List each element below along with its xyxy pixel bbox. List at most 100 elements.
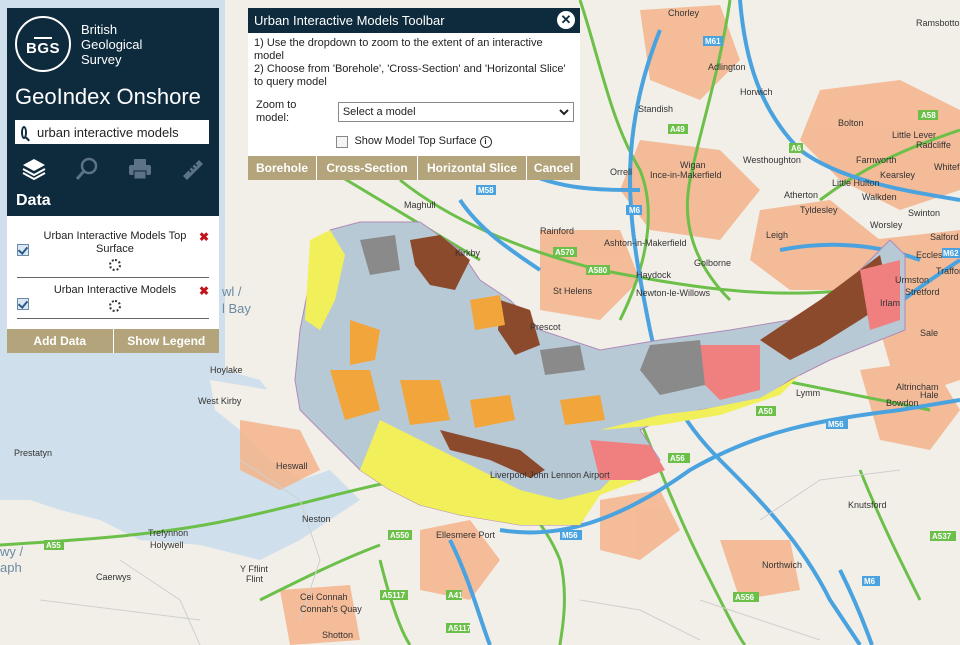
- svg-text:A550: A550: [390, 531, 410, 540]
- svg-text:A580: A580: [588, 266, 608, 275]
- chevron-down-icon: [559, 108, 569, 115]
- layer-label: Urban Interactive Models Top Surface: [43, 230, 187, 255]
- svg-text:St Helens: St Helens: [553, 286, 593, 296]
- show-surface-label: Show Model Top Surface: [354, 135, 477, 147]
- svg-text:A49: A49: [670, 125, 685, 134]
- svg-text:Prescot: Prescot: [530, 322, 561, 332]
- instruction-text: 2) Choose from 'Borehole', 'Cross-Sectio…: [254, 63, 566, 88]
- org-name-line: Geological: [81, 37, 143, 52]
- search-tool-icon[interactable]: [72, 155, 102, 183]
- svg-text:Sale: Sale: [920, 328, 938, 338]
- add-data-button[interactable]: Add Data: [7, 329, 113, 353]
- model-select-value: Select a model: [342, 105, 416, 118]
- svg-text:A6: A6: [791, 144, 802, 153]
- search-icon[interactable]: [21, 125, 27, 139]
- svg-text:Radcliffe: Radcliffe: [916, 140, 951, 150]
- layer-label-wrap: Urban Interactive Models Top Surface: [35, 230, 195, 271]
- org-name-line: Survey: [81, 52, 122, 67]
- svg-text:Bolton: Bolton: [838, 118, 864, 128]
- svg-text:A5117: A5117: [382, 591, 406, 600]
- crown-icon: [34, 31, 52, 39]
- layer-item: Urban Interactive Models Top Surface ✖: [17, 224, 209, 278]
- svg-text:Prestatyn: Prestatyn: [14, 448, 52, 458]
- svg-text:Irlam: Irlam: [880, 298, 900, 308]
- print-icon[interactable]: [125, 155, 155, 183]
- svg-text:Cei Connah: Cei Connah: [300, 592, 348, 602]
- svg-text:Whitefield: Whitefield: [934, 162, 960, 172]
- svg-text:Holywell: Holywell: [150, 540, 184, 550]
- show-legend-button[interactable]: Show Legend: [112, 329, 219, 353]
- svg-text:Caerwys: Caerwys: [96, 572, 132, 582]
- svg-text:aph: aph: [0, 560, 22, 575]
- zoom-label: Zoom to model:: [256, 99, 297, 124]
- borehole-button[interactable]: Borehole: [248, 156, 316, 180]
- svg-text:M61: M61: [705, 37, 721, 46]
- search-box[interactable]: [15, 120, 209, 144]
- svg-text:M6: M6: [629, 206, 641, 215]
- svg-text:Rainford: Rainford: [540, 226, 574, 236]
- measure-ruler-icon[interactable]: [178, 155, 208, 183]
- layers-icon[interactable]: [19, 155, 49, 183]
- logo-text: BGS: [25, 40, 60, 57]
- svg-text:Leigh: Leigh: [766, 230, 788, 240]
- svg-text:Knutsford: Knutsford: [848, 500, 887, 510]
- svg-text:Hale: Hale: [920, 390, 939, 400]
- search-input[interactable]: [35, 123, 209, 141]
- svg-text:A56: A56: [670, 454, 685, 463]
- org-name-line: British: [81, 22, 118, 37]
- model-select[interactable]: Select a model: [337, 102, 574, 122]
- svg-text:Stretford: Stretford: [905, 287, 940, 297]
- svg-text:Eccles: Eccles: [916, 250, 943, 260]
- svg-text:Little Hulton: Little Hulton: [832, 178, 880, 188]
- svg-text:Farnworth: Farnworth: [856, 155, 897, 165]
- remove-layer-icon[interactable]: ✖: [199, 230, 209, 244]
- svg-text:Y Fflint: Y Fflint: [240, 564, 268, 574]
- svg-text:Flint: Flint: [246, 574, 264, 584]
- close-icon[interactable]: ✕: [557, 11, 575, 29]
- svg-text:Swinton: Swinton: [908, 208, 940, 218]
- show-surface-checkbox[interactable]: [336, 135, 349, 148]
- info-icon[interactable]: i: [479, 135, 492, 148]
- svg-text:M62: M62: [943, 249, 959, 258]
- svg-text:Little Lever: Little Lever: [892, 130, 936, 140]
- bgs-logo[interactable]: BGS: [15, 16, 71, 72]
- model-grey-2: [540, 345, 585, 375]
- svg-text:wl /: wl /: [221, 284, 242, 299]
- sidebar-panel: BGS British Geological Survey GeoIndex O…: [7, 8, 219, 353]
- svg-text:Heswall: Heswall: [276, 461, 308, 471]
- layer-checkbox[interactable]: [17, 298, 29, 310]
- cancel-button[interactable]: Cancel: [526, 156, 580, 180]
- app-title: GeoIndex Onshore: [15, 84, 201, 109]
- svg-text:Haydock: Haydock: [636, 270, 672, 280]
- svg-text:M6: M6: [864, 577, 876, 586]
- svg-text:Standish: Standish: [638, 104, 673, 114]
- tool-icons: [7, 146, 219, 192]
- svg-text:Adlington: Adlington: [708, 62, 746, 72]
- instruction-text: 1) Use the dropdown to zoom to the exten…: [254, 37, 543, 62]
- svg-text:l Bay: l Bay: [222, 301, 251, 316]
- svg-text:Liverpool John Lennon Airport: Liverpool John Lennon Airport: [490, 470, 610, 480]
- svg-text:Wigan: Wigan: [680, 160, 706, 170]
- svg-text:Shotton: Shotton: [322, 630, 353, 640]
- loading-spinner-icon: [108, 300, 121, 312]
- svg-text:Connah's Quay: Connah's Quay: [300, 604, 362, 614]
- model-orange-6: [470, 295, 505, 330]
- remove-layer-icon[interactable]: ✖: [199, 284, 209, 298]
- logo-header: BGS British Geological Survey: [7, 8, 219, 80]
- svg-text:Urmston: Urmston: [895, 275, 929, 285]
- sidebar-buttons: Add Data Show Legend: [7, 329, 219, 353]
- svg-text:Atherton: Atherton: [784, 190, 818, 200]
- svg-text:Horwich: Horwich: [740, 87, 773, 97]
- cross-section-button[interactable]: Cross-Section: [316, 156, 417, 180]
- svg-text:Trefynnon: Trefynnon: [148, 528, 188, 538]
- svg-text:A55: A55: [46, 541, 61, 550]
- svg-text:Bowdon: Bowdon: [886, 398, 919, 408]
- svg-text:A50: A50: [758, 407, 773, 416]
- svg-text:Hoylake: Hoylake: [210, 365, 243, 375]
- svg-text:Ince-in-Makerfield: Ince-in-Makerfield: [650, 170, 722, 180]
- data-heading: Data: [16, 192, 51, 209]
- horizontal-slice-button[interactable]: Horizontal Slice: [417, 156, 526, 180]
- layer-checkbox[interactable]: [17, 244, 29, 256]
- layer-list: Urban Interactive Models Top Surface ✖ U…: [7, 216, 219, 329]
- svg-text:Golborne: Golborne: [694, 258, 731, 268]
